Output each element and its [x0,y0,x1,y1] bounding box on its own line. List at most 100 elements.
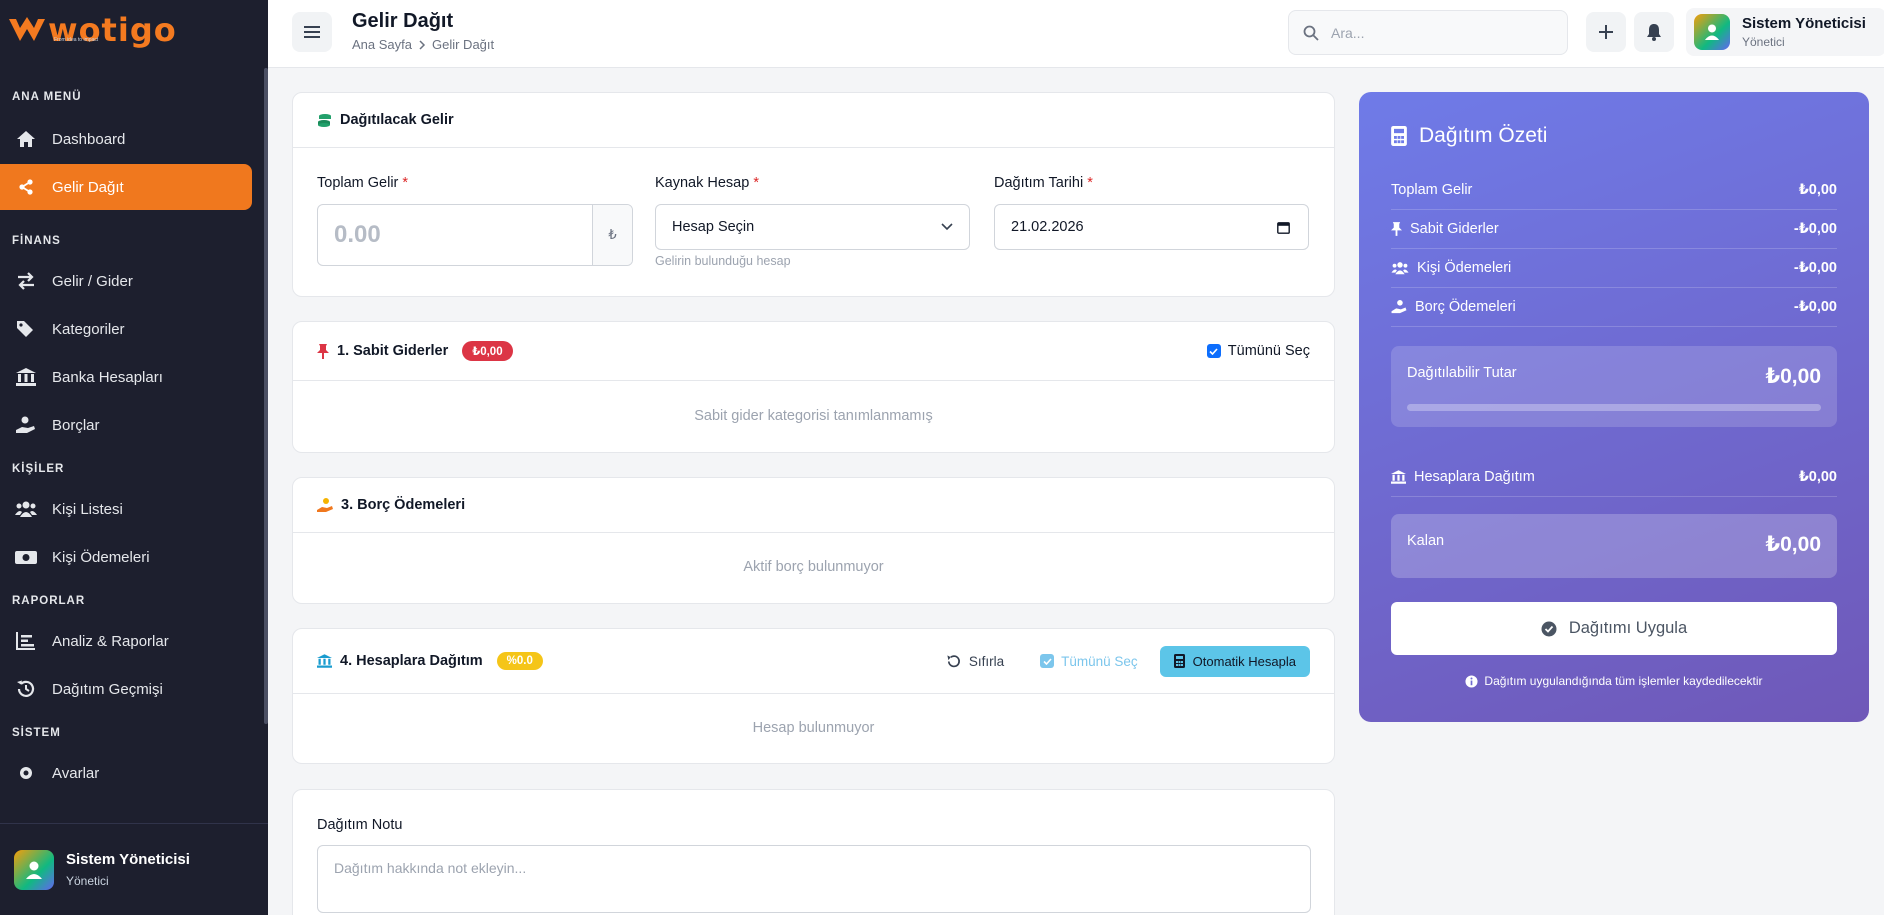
chart-icon [14,629,38,653]
sidebar-item-label: Kategoriler [52,320,125,338]
notifications-button[interactable] [1634,12,1674,52]
sidebar-item-label: Avarlar [52,764,100,782]
reset-button[interactable]: Sıfırla [946,654,1004,669]
user-name: Sistem Yöneticisi [1742,15,1866,32]
sidebar-item-label: Kişi Ödemeleri [52,548,150,566]
user-icon [26,861,42,879]
sidebar-item-label: Gelir / Gider [52,272,133,290]
calculator-icon [1391,126,1407,146]
distribution-note-textarea[interactable]: Dağıtım hakkında not ekleyin... [317,845,1311,913]
apply-distribution-button[interactable]: Dağıtımı Uygula [1391,602,1837,655]
fixed-expenses-badge: ₺0,00 [462,341,513,361]
distribution-date-input[interactable]: 21.02.2026 [994,204,1309,250]
history-icon [14,677,38,701]
page-title: Gelir Dağıt [352,10,454,32]
sidebar-item-analiz-raporlar[interactable]: Analiz & Raporlar [0,618,252,664]
summary-note-text: Dağıtım uygulandığında tüm işlemler kayd… [1484,674,1763,688]
hamburger-icon [304,26,320,38]
sidebar-item-gelir-gider[interactable]: Gelir / Gider [0,258,252,304]
chevron-right-icon [419,39,426,50]
accounts-select-all-checkbox[interactable]: Tümünü Seç [1040,654,1138,669]
accounts-select-all-label: Tümünü Seç [1061,653,1138,669]
income-card-header: Dağıtılacak Gelir [293,93,1334,148]
total-income-placeholder: 0.00 [334,221,381,248]
sidebar-item-dashboard[interactable]: Dashboard [0,116,252,162]
distributable-value: ₺0,00 [1765,365,1821,388]
fixed-select-all-label: Tümünü Seç [1227,343,1310,359]
summary-row-debt-payments: Borç Ödemeleri -₺0,00 [1391,288,1837,327]
auto-calculate-label: Otomatik Hesapla [1192,653,1296,669]
add-button[interactable] [1586,12,1626,52]
topbar: Gelir Dağıt Ana Sayfa Gelir Dağıt Ara...… [268,0,1884,68]
breadcrumb-current: Gelir Dağıt [432,37,495,52]
summary-row-value: ₺0,00 [1798,182,1837,198]
checkbox-checked-icon [1040,654,1055,668]
search-input[interactable]: Ara... [1288,10,1568,55]
logo-mark-icon [9,17,45,41]
source-account-select[interactable]: Hesap Seçin [655,204,970,250]
brand-logo[interactable]: wotigo From idea to impact [0,0,268,60]
summary-row-person-payments: Kişi Ödemeleri -₺0,00 [1391,249,1837,288]
source-account-label: Kaynak Hesap * [655,175,759,191]
sidebar-item-label: Gelir Dağıt [52,178,124,196]
sidebar-item-label: Analiz & Raporlar [52,632,169,650]
user-role: Yönetici [1742,35,1785,49]
sidebar-item-kisi-odemeleri[interactable]: Kişi Ödemeleri [0,534,252,580]
sidebar-item-borclar[interactable]: Borçlar [0,402,252,448]
summary-title: Dağıtım Özeti [1391,124,1547,148]
info-icon [1465,674,1478,688]
summary-row-value: ₺0,00 [1798,469,1837,485]
remaining-label: Kalan [1407,533,1445,549]
bank-icon [1391,470,1406,484]
sidebar-item-dagitim-gecmisi[interactable]: Dağıtım Geçmişi [0,666,252,712]
source-account-value: Hesap Seçin [672,219,755,235]
sidebar-item-kisi-listesi[interactable]: Kişi Listesi [0,486,252,532]
distributable-amount-box: Dağıtılabilir Tutar ₺0,00 [1391,346,1837,427]
checkbox-checked-icon [1206,344,1221,358]
income-card-title: Dağıtılacak Gelir [340,112,454,128]
summary-row-label: Toplam Gelir [1391,182,1473,198]
summary-note: Dağıtım uygulandığında tüm işlemler kayd… [1359,674,1869,688]
section-ana-menu: ANA MENÜ [12,91,82,103]
calendar-icon[interactable] [1277,221,1290,234]
fixed-select-all-checkbox[interactable]: Tümünü Seç [1206,343,1310,359]
breadcrumb-home-link[interactable]: Ana Sayfa [352,37,412,52]
source-account-helper: Gelirin bulunduğu hesap [655,254,791,268]
coins-icon [317,113,332,128]
section-raporlar: RAPORLAR [12,595,86,607]
bank-icon [14,365,38,389]
sidebar-item-banka-hesaplari[interactable]: Banka Hesapları [0,354,252,400]
plus-icon [1599,25,1613,39]
debt-payments-empty: Aktif borç bulunmuyor [743,559,884,575]
user-menu[interactable]: Sistem Yöneticisi Yönetici [1686,8,1884,56]
breadcrumb: Ana Sayfa Gelir Dağıt [352,37,494,52]
accounts-distribution-title: 4. Hesaplara Dağıtım [340,653,483,669]
sidebar-item-ayarlar[interactable]: Avarlar [0,750,252,796]
fixed-expenses-title: 1. Sabit Giderler [337,343,449,359]
summary-row-total-income: Toplam Gelir ₺0,00 [1391,171,1837,210]
distributable-label: Dağıtılabilir Tutar [1407,365,1517,381]
sidebar-item-label: Dağıtım Geçmişi [52,680,163,698]
money-icon [14,545,38,569]
auto-calculate-button[interactable]: Otomatik Hesapla [1159,645,1310,677]
required-mark: * [1087,175,1093,191]
remaining-amount-box: Kalan ₺0,00 [1391,514,1837,578]
remaining-value: ₺0,00 [1765,533,1821,556]
accounts-distribution-empty: Hesap bulunmuyor [752,720,875,736]
brand-tagline: From idea to impact [54,37,99,43]
menu-toggle-button[interactable] [292,12,332,52]
search-placeholder: Ara... [1331,24,1365,41]
bell-icon [1647,24,1661,41]
calculator-icon [1173,654,1185,668]
summary-row-label: Kişi Ödemeleri [1417,260,1512,276]
debt-payments-header: 3. Borç Ödemeleri [293,478,1334,533]
sidebar-user-role: Yönetici [66,874,109,888]
sidebar-item-gelir-dagit[interactable]: Gelir Dağıt [0,164,252,210]
total-income-input[interactable]: 0.00 ₺ [317,204,633,266]
sidebar-item-kategoriler[interactable]: Kategoriler [0,306,252,352]
sidebar-user[interactable]: Sistem Yöneticisi Yönetici [0,823,268,915]
distribution-date-value: 21.02.2026 [1011,219,1084,235]
fixed-expenses-empty: Sabit gider kategorisi tanımlanmamış [694,408,933,424]
sidebar-scrollbar[interactable] [264,68,268,724]
sidebar-item-label: Kişi Listesi [52,500,123,518]
